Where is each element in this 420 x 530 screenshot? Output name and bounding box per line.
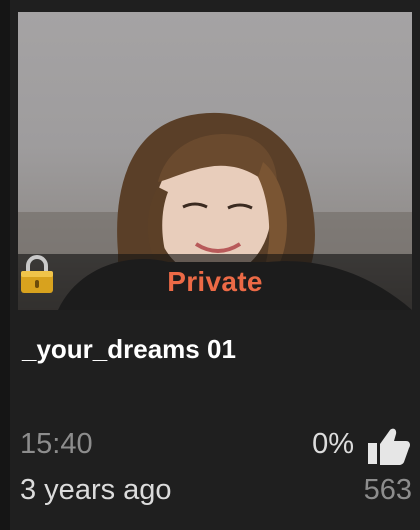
lock-icon <box>21 255 53 293</box>
card-gutter <box>0 0 10 530</box>
private-badge-label: Private <box>167 266 263 297</box>
view-count: 563 <box>363 474 412 506</box>
video-thumbnail[interactable]: Private <box>18 12 412 310</box>
private-overlay: Private <box>18 254 412 310</box>
video-duration: 15:40 <box>20 428 93 460</box>
video-age: 3 years ago <box>20 474 172 506</box>
thumbs-up-icon <box>368 428 410 465</box>
video-card[interactable]: Private _your_dreams 01 15:40 3 years ag… <box>0 0 420 530</box>
video-title[interactable]: _your_dreams 01 <box>22 334 236 365</box>
video-rating: 0% <box>312 428 354 460</box>
